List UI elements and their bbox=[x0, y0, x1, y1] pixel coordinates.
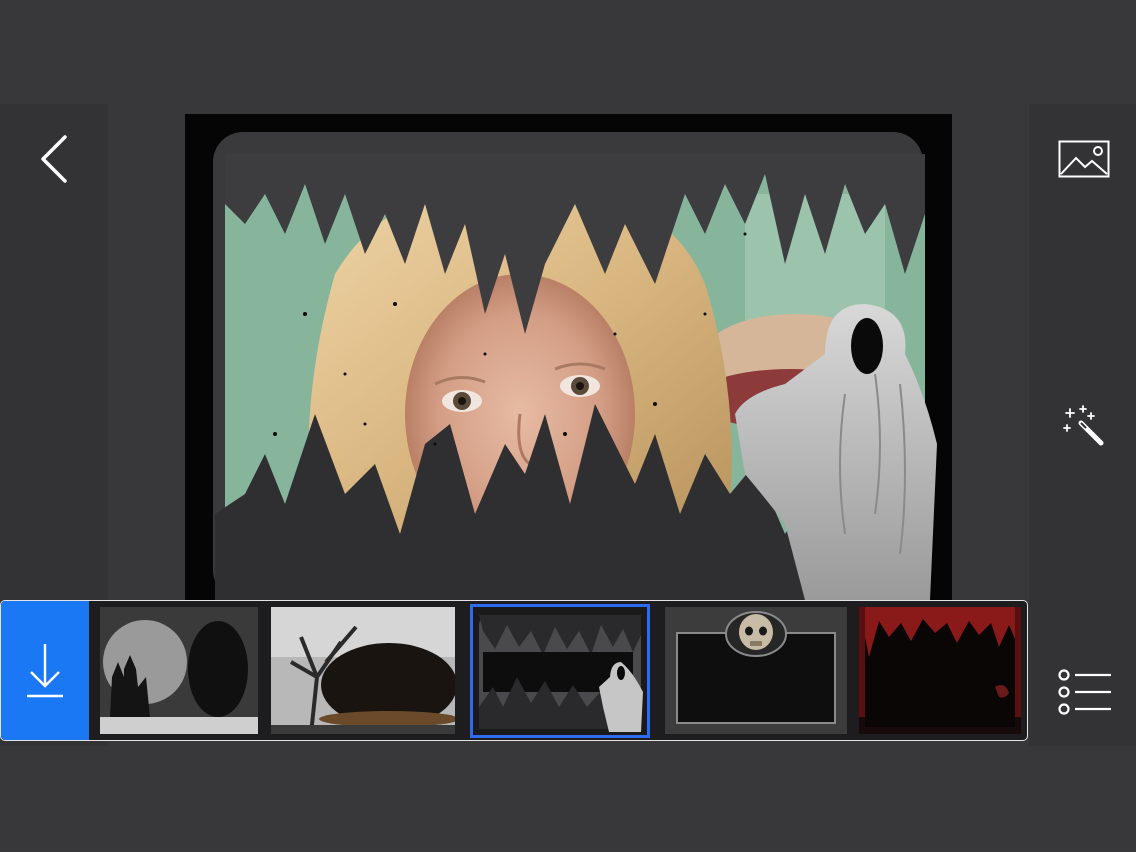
framed-photo bbox=[185, 114, 952, 600]
frame-foggy-tree bbox=[271, 607, 455, 734]
back-button[interactable] bbox=[30, 130, 78, 188]
frame-thumbnail[interactable] bbox=[859, 607, 1021, 734]
frame-strip[interactable] bbox=[0, 600, 1028, 741]
gallery-button[interactable] bbox=[1052, 135, 1116, 183]
menu-button[interactable] bbox=[1054, 664, 1116, 720]
frame-haunted-castle bbox=[100, 607, 258, 734]
chevron-left-icon bbox=[41, 135, 67, 183]
effects-button[interactable] bbox=[1056, 398, 1110, 452]
frame-blood-drip bbox=[859, 607, 1021, 734]
download-icon bbox=[27, 643, 63, 697]
frame-thumbnail[interactable] bbox=[100, 607, 258, 734]
frame-skull bbox=[665, 607, 847, 734]
frame-thumbnail[interactable] bbox=[665, 607, 847, 734]
magic-wand-icon bbox=[1063, 405, 1104, 446]
frame-thumbnail[interactable] bbox=[271, 607, 455, 734]
save-button[interactable] bbox=[1, 601, 89, 740]
photo-canvas[interactable] bbox=[185, 114, 952, 600]
frame-dark-forest-ghost bbox=[473, 607, 647, 735]
frame-thumbnail-selected[interactable] bbox=[470, 604, 650, 738]
image-icon bbox=[1058, 140, 1110, 178]
list-icon bbox=[1058, 669, 1111, 715]
